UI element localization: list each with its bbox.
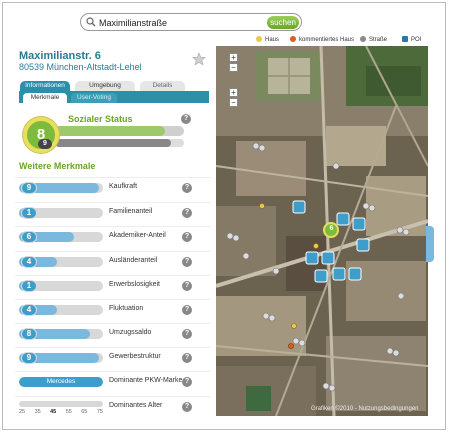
zoom-out-button-2[interactable]: − [229, 98, 238, 107]
zoom-out-button[interactable]: − [229, 63, 238, 72]
age-tick: 45 [50, 409, 57, 415]
help-icon[interactable]: ? [182, 377, 192, 387]
feature-score-badge: 6 [21, 231, 37, 243]
feature-score-badge: 1 [21, 280, 37, 292]
feature-row: 1 Familienanteil? [15, 202, 211, 226]
legend-item-haus[interactable]: Haus [256, 36, 279, 43]
legend-item-poi[interactable]: POI [402, 36, 421, 43]
address-subtitle: 80539 München-Altstadt-Lehel [19, 62, 142, 72]
help-icon[interactable]: ? [182, 257, 192, 267]
feature-label: Akademiker-Anteil [109, 232, 166, 239]
help-icon[interactable]: ? [182, 281, 192, 291]
section-title: Weitere Merkmale [19, 161, 96, 171]
map-marker-score: 6 [329, 225, 334, 232]
age-tick: 75 [96, 409, 103, 415]
age-tick: 35 [34, 409, 41, 415]
feature-score-badge: 9 [21, 352, 37, 364]
tab-details[interactable]: Details [140, 81, 185, 91]
commented-house-dot-icon [290, 36, 296, 42]
help-icon[interactable]: ? [182, 232, 192, 242]
help-icon[interactable]: ? [182, 183, 192, 193]
status-title: Sozialer Status [68, 114, 133, 124]
feature-score-badge: 9 [21, 182, 37, 194]
tab-informationen[interactable]: Informationen [20, 81, 70, 91]
legend-label: POI [411, 37, 422, 43]
feature-row: 4 Ausländeranteil? [15, 251, 211, 275]
help-icon[interactable]: ? [181, 114, 191, 124]
feature-row: 25 35 45 55 65 75 Dominantes Alter? [15, 396, 211, 420]
feature-row: 4 Fluktuation? [15, 299, 211, 323]
feature-score-badge: 4 [21, 304, 37, 316]
feature-row: 1 Erwerbslosigkeit? [15, 275, 211, 299]
feature-label: Gewerbestruktur [109, 353, 161, 360]
feature-label: Fluktuation [109, 305, 144, 312]
age-scale [19, 401, 103, 407]
feature-label: Kaufkraft [109, 183, 138, 190]
feature-score-badge: 1 [21, 207, 37, 219]
feature-label: Erwerbslosigkeit [109, 281, 160, 288]
age-tick: 55 [65, 409, 72, 415]
search-bar: suchen [80, 13, 302, 31]
address-title: Maximilianstr. 6 [19, 50, 101, 62]
subtab-merkmale[interactable]: Merkmale [23, 93, 67, 103]
feature-label: Ausländeranteil [109, 257, 158, 264]
legend-label: kommentiertes Haus [299, 37, 355, 43]
status-secondary-badge: 9 [38, 139, 52, 149]
status-bar-fill [55, 126, 165, 136]
feature-row: 9 Gewerbestruktur? [15, 347, 211, 371]
search-input[interactable] [99, 16, 249, 29]
feature-label: Dominante PKW-Marke [109, 377, 183, 384]
legend-label: Haus [265, 37, 280, 43]
house-dot-icon [256, 36, 262, 42]
zoom-in-button[interactable]: + [229, 53, 238, 62]
zoom-in-button-2[interactable]: + [229, 88, 238, 97]
panel-expand-handle[interactable] [426, 226, 434, 262]
favorite-star-icon[interactable] [192, 52, 206, 66]
age-tick: 25 [19, 409, 26, 415]
feature-value: Mercedes [46, 378, 76, 385]
feature-row: Mercedes Dominante PKW-Marke? [15, 371, 211, 395]
legend-item-kommentiertes-haus[interactable]: kommentiertes Haus [290, 36, 354, 43]
feature-label: Familienanteil [109, 208, 153, 215]
legend-label: Straße [369, 37, 388, 43]
search-button[interactable]: suchen [267, 16, 299, 29]
feature-label: Dominantes Alter [109, 402, 163, 409]
map-view[interactable]: 6 [216, 46, 428, 416]
search-icon[interactable] [86, 17, 96, 27]
subtab-user-voting[interactable]: User-Voting [71, 93, 117, 103]
help-icon[interactable]: ? [182, 305, 192, 315]
status-secondary-fill [55, 139, 172, 147]
age-tick: 65 [81, 409, 88, 415]
status-bar [55, 126, 184, 136]
feature-score-badge: 8 [21, 328, 37, 340]
help-icon[interactable]: ? [182, 402, 192, 412]
help-icon[interactable]: ? [182, 353, 192, 363]
help-icon[interactable]: ? [182, 329, 192, 339]
tab-umgebung[interactable]: Umgebung [75, 81, 135, 91]
help-icon[interactable]: ? [182, 208, 192, 218]
poi-square-icon [402, 36, 408, 42]
age-ticks: 25 35 45 55 65 75 [19, 409, 103, 415]
map-markers [226, 142, 410, 392]
street-dot-icon [360, 36, 366, 42]
feature-label: Umzugssaldo [109, 329, 152, 336]
map-copyright[interactable]: Grafiken ©2010 - Nutzungsbedingungen [311, 406, 419, 412]
feature-row: 8 Umzugssaldo? [15, 323, 211, 347]
feature-score-badge: 4 [21, 256, 37, 268]
status-secondary-bar [55, 139, 184, 147]
feature-row: 9 Kaufkraft? [15, 177, 211, 201]
feature-row: 6 Akademiker-Anteil? [15, 226, 211, 250]
legend-item-strasse[interactable]: Straße [360, 36, 387, 43]
